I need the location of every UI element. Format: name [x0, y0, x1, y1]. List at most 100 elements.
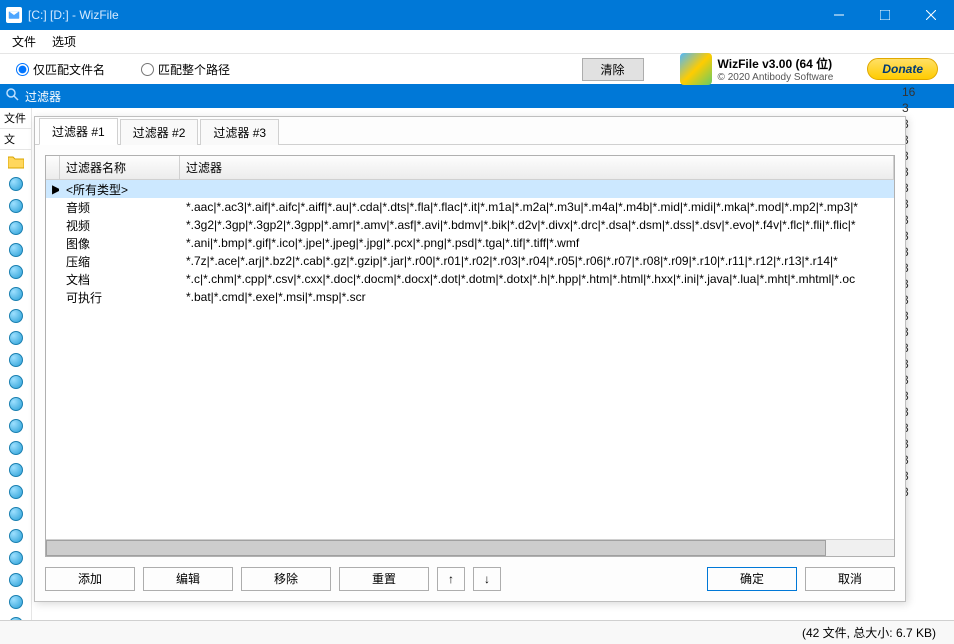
brand-icon: [680, 53, 712, 85]
search-strip[interactable]: 过滤器: [0, 84, 954, 108]
globe-icon[interactable]: [6, 328, 26, 348]
result-count: 3: [902, 372, 944, 388]
reset-button[interactable]: 重置: [339, 567, 429, 591]
status-text: (42 文件, 总大小: 6.7 KB): [802, 624, 936, 641]
result-count: 3: [902, 340, 944, 356]
result-count: 3: [902, 228, 944, 244]
minimize-button[interactable]: [816, 0, 862, 30]
menu-file[interactable]: 文件: [4, 30, 44, 53]
move-up-button[interactable]: ↑: [437, 567, 465, 591]
filters-dialog: 过滤器 #1 过滤器 #2 过滤器 #3 过滤器名称 过滤器 ▶<所有类型>音频…: [34, 116, 906, 602]
globe-icon[interactable]: [6, 482, 26, 502]
brand-title: WizFile v3.00 (64 位): [718, 55, 834, 72]
radio-match-fullpath-input[interactable]: [141, 63, 154, 76]
row-pattern: *.ani|*.bmp|*.gif|*.ico|*.jpe|*.jpeg|*.j…: [180, 236, 894, 250]
result-count: 3: [902, 404, 944, 420]
folder-icon[interactable]: [6, 152, 26, 172]
result-count: 3: [902, 212, 944, 228]
cancel-button[interactable]: 取消: [805, 567, 895, 591]
globe-icon[interactable]: [6, 372, 26, 392]
globe-icon[interactable]: [6, 350, 26, 370]
row-name: 视频: [60, 217, 180, 234]
filter-tab-1[interactable]: 过滤器 #1: [39, 118, 118, 145]
globe-icon[interactable]: [6, 306, 26, 326]
globe-icon[interactable]: [6, 460, 26, 480]
menu-options[interactable]: 选项: [44, 30, 84, 53]
globe-icon[interactable]: [6, 240, 26, 260]
row-pattern: *.aac|*.ac3|*.aif|*.aifc|*.aiff|*.au|*.c…: [180, 200, 894, 214]
left-rail: 文件 文: [0, 108, 32, 620]
result-count: 3: [902, 164, 944, 180]
filter-tab-3[interactable]: 过滤器 #3: [200, 119, 279, 145]
result-count: 3: [902, 132, 944, 148]
globe-icon[interactable]: [6, 284, 26, 304]
move-down-button[interactable]: ↓: [473, 567, 501, 591]
maximize-button[interactable]: [862, 0, 908, 30]
radio-match-fullpath[interactable]: 匹配整个路径: [141, 61, 230, 78]
rail-header-file: 文件: [0, 108, 31, 129]
globe-icon[interactable]: [6, 416, 26, 436]
result-count: 3: [902, 148, 944, 164]
row-name: <所有类型>: [60, 181, 180, 198]
col-header-name[interactable]: 过滤器名称: [60, 156, 180, 179]
row-name: 音频: [60, 199, 180, 216]
radio-match-fullpath-label: 匹配整个路径: [158, 61, 230, 78]
result-count: 3: [902, 292, 944, 308]
result-count: 3: [902, 100, 944, 116]
row-pattern: *.bat|*.cmd|*.exe|*.msi|*.msp|*.scr: [180, 290, 894, 304]
horizontal-scrollbar[interactable]: [46, 539, 894, 556]
radio-match-filename-input[interactable]: [16, 63, 29, 76]
table-row[interactable]: 音频*.aac|*.ac3|*.aif|*.aifc|*.aiff|*.au|*…: [46, 198, 894, 216]
brand-subtitle: © 2020 Antibody Software: [718, 72, 834, 83]
col-marker: [46, 156, 60, 179]
row-pattern: *.3g2|*.3gp|*.3gp2|*.3gpp|*.amr|*.amv|*.…: [180, 218, 894, 232]
radio-match-filename[interactable]: 仅匹配文件名: [16, 61, 105, 78]
table-row[interactable]: 视频*.3g2|*.3gp|*.3gp2|*.3gpp|*.amr|*.amv|…: [46, 216, 894, 234]
close-button[interactable]: [908, 0, 954, 30]
add-button[interactable]: 添加: [45, 567, 135, 591]
row-name: 可执行: [60, 289, 180, 306]
result-count: 3: [902, 308, 944, 324]
results-count-header: 16: [902, 84, 944, 100]
table-row[interactable]: 图像*.ani|*.bmp|*.gif|*.ico|*.jpe|*.jpeg|*…: [46, 234, 894, 252]
result-count: 3: [902, 484, 944, 500]
globe-icon[interactable]: [6, 548, 26, 568]
globe-icon[interactable]: [6, 438, 26, 458]
table-row[interactable]: 可执行*.bat|*.cmd|*.exe|*.msi|*.msp|*.scr: [46, 288, 894, 306]
col-header-pattern[interactable]: 过滤器: [180, 156, 894, 179]
table-row[interactable]: ▶<所有类型>: [46, 180, 894, 198]
rail-header-wen: 文: [0, 129, 31, 150]
filter-tab-2[interactable]: 过滤器 #2: [120, 119, 199, 145]
statusbar: (42 文件, 总大小: 6.7 KB): [0, 620, 954, 644]
remove-button[interactable]: 移除: [241, 567, 331, 591]
globe-icon[interactable]: [6, 570, 26, 590]
globe-icon[interactable]: [6, 614, 26, 620]
menubar: 文件 选项: [0, 30, 954, 54]
globe-icon[interactable]: [6, 262, 26, 282]
row-marker: ▶: [46, 182, 60, 196]
result-count: 3: [902, 116, 944, 132]
table-row[interactable]: 文档*.c|*.chm|*.cpp|*.csv|*.cxx|*.doc|*.do…: [46, 270, 894, 288]
result-count: 3: [902, 420, 944, 436]
globe-icon[interactable]: [6, 592, 26, 612]
donate-button[interactable]: Donate: [867, 58, 938, 80]
globe-icon[interactable]: [6, 504, 26, 524]
radio-match-filename-label: 仅匹配文件名: [33, 61, 105, 78]
clear-button[interactable]: 清除: [582, 58, 644, 81]
ok-button[interactable]: 确定: [707, 567, 797, 591]
window-title: [C:] [D:] - WizFile: [28, 8, 816, 22]
globe-icon[interactable]: [6, 526, 26, 546]
brand-block: WizFile v3.00 (64 位) © 2020 Antibody Sof…: [680, 53, 834, 85]
table-row[interactable]: 压缩*.7z|*.ace|*.arj|*.bz2|*.cab|*.gz|*.gz…: [46, 252, 894, 270]
row-name: 图像: [60, 235, 180, 252]
edit-button[interactable]: 编辑: [143, 567, 233, 591]
globe-icon[interactable]: [6, 218, 26, 238]
result-count: 3: [902, 196, 944, 212]
globe-icon[interactable]: [6, 394, 26, 414]
results-counts: 16 3333333333333333333333333: [902, 84, 944, 500]
result-count: 3: [902, 436, 944, 452]
globe-icon[interactable]: [6, 196, 26, 216]
result-count: 3: [902, 452, 944, 468]
globe-icon[interactable]: [6, 174, 26, 194]
search-label: 过滤器: [25, 88, 61, 105]
